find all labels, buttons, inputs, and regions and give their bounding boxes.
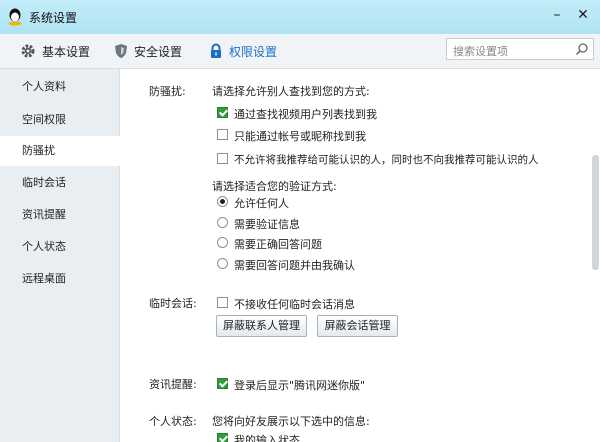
lock-icon	[211, 43, 221, 58]
search-placeholder: 搜索设置项	[453, 45, 508, 58]
show-mini-news-checkbox[interactable]	[217, 378, 228, 389]
search-input[interactable]: 搜索设置项	[446, 38, 594, 60]
shield-icon	[115, 44, 127, 58]
verify-option-answer-radio[interactable]	[217, 237, 228, 248]
find-option-video-list-checkbox[interactable]	[217, 107, 228, 118]
close-button[interactable]: ✕	[574, 7, 592, 23]
status-prompt: 您将向好友展示以下选中的信息:	[212, 415, 370, 428]
sidebar-item-profile[interactable]: 个人资料	[0, 72, 119, 102]
section-label-status: 个人状态:	[149, 415, 197, 428]
section-label-news: 资讯提醒:	[149, 378, 197, 391]
typing-status-checkbox[interactable]	[217, 433, 228, 442]
tab-permission-settings[interactable]: 权限设置	[209, 34, 277, 68]
sidebar-item-personal-status[interactable]: 个人状态	[0, 232, 119, 262]
verify-method-prompt: 请选择适合您的验证方式:	[212, 180, 337, 193]
title-bar: 系统设置 – ✕	[0, 0, 600, 34]
search-icon[interactable]	[575, 42, 589, 56]
blocked-sessions-manage-button[interactable]: 屏蔽会话管理	[317, 315, 398, 337]
gear-icon	[21, 44, 35, 58]
find-option-account-checkbox[interactable]	[217, 129, 228, 140]
section-label-temp-session: 临时会话:	[149, 297, 197, 310]
section-label-anti-harassment: 防骚扰:	[149, 85, 186, 98]
sidebar-item-temp-session[interactable]: 临时会话	[0, 168, 119, 198]
tab-security-settings[interactable]: 安全设置	[114, 34, 182, 68]
settings-sidebar: 个人资料 空间权限 防骚扰 临时会话 资讯提醒 个人状态 远程桌面	[0, 69, 120, 442]
window-title: 系统设置	[29, 11, 78, 25]
find-method-prompt: 请选择允许别人查找到您的方式:	[212, 85, 370, 98]
tab-label: 权限设置	[229, 44, 278, 59]
verify-option-answer-confirm-label[interactable]: 需要回答问题并由我确认	[234, 257, 355, 273]
sidebar-item-anti-harassment[interactable]: 防骚扰	[0, 136, 120, 166]
app-logo-icon	[8, 8, 22, 26]
tab-label: 基本设置	[42, 44, 91, 59]
verify-option-anyone-label[interactable]: 允许任何人	[234, 195, 289, 211]
verify-option-message-label[interactable]: 需要验证信息	[234, 216, 300, 232]
sidebar-item-news-reminder[interactable]: 资讯提醒	[0, 200, 119, 230]
find-option-account-label[interactable]: 只能通过帐号或昵称找到我	[234, 128, 366, 144]
show-mini-news-label[interactable]: 登录后显示"腾讯网迷你版"	[234, 377, 365, 393]
reject-temp-session-checkbox[interactable]	[217, 297, 228, 308]
reject-temp-session-label[interactable]: 不接收任何临时会话消息	[234, 296, 355, 312]
verify-option-anyone-radio[interactable]	[217, 196, 228, 207]
find-option-video-list-label[interactable]: 通过查找视频用户列表找到我	[234, 106, 377, 122]
verify-option-answer-confirm-radio[interactable]	[217, 258, 228, 269]
tab-label: 安全设置	[134, 44, 183, 59]
content-scrollbar[interactable]	[592, 155, 599, 270]
sidebar-item-remote-desktop[interactable]: 远程桌面	[0, 264, 119, 294]
verify-option-answer-label[interactable]: 需要正确回答问题	[234, 236, 322, 252]
find-option-no-recommend-label[interactable]: 不允许将我推荐给可能认识的人，同时也不向我推荐可能认识的人	[234, 152, 539, 167]
minimize-button[interactable]: –	[548, 7, 566, 23]
sidebar-item-space-permissions[interactable]: 空间权限	[0, 105, 119, 135]
find-option-no-recommend-checkbox[interactable]	[217, 153, 228, 164]
typing-status-label[interactable]: 我的输入状态	[234, 432, 300, 442]
tab-basic-settings[interactable]: 基本设置	[20, 34, 90, 68]
verify-option-message-radio[interactable]	[217, 217, 228, 228]
blocked-contacts-manage-button[interactable]: 屏蔽联系人管理	[216, 315, 307, 337]
settings-content: 防骚扰: 请选择允许别人查找到您的方式: 通过查找视频用户列表找到我 只能通过帐…	[120, 69, 600, 442]
